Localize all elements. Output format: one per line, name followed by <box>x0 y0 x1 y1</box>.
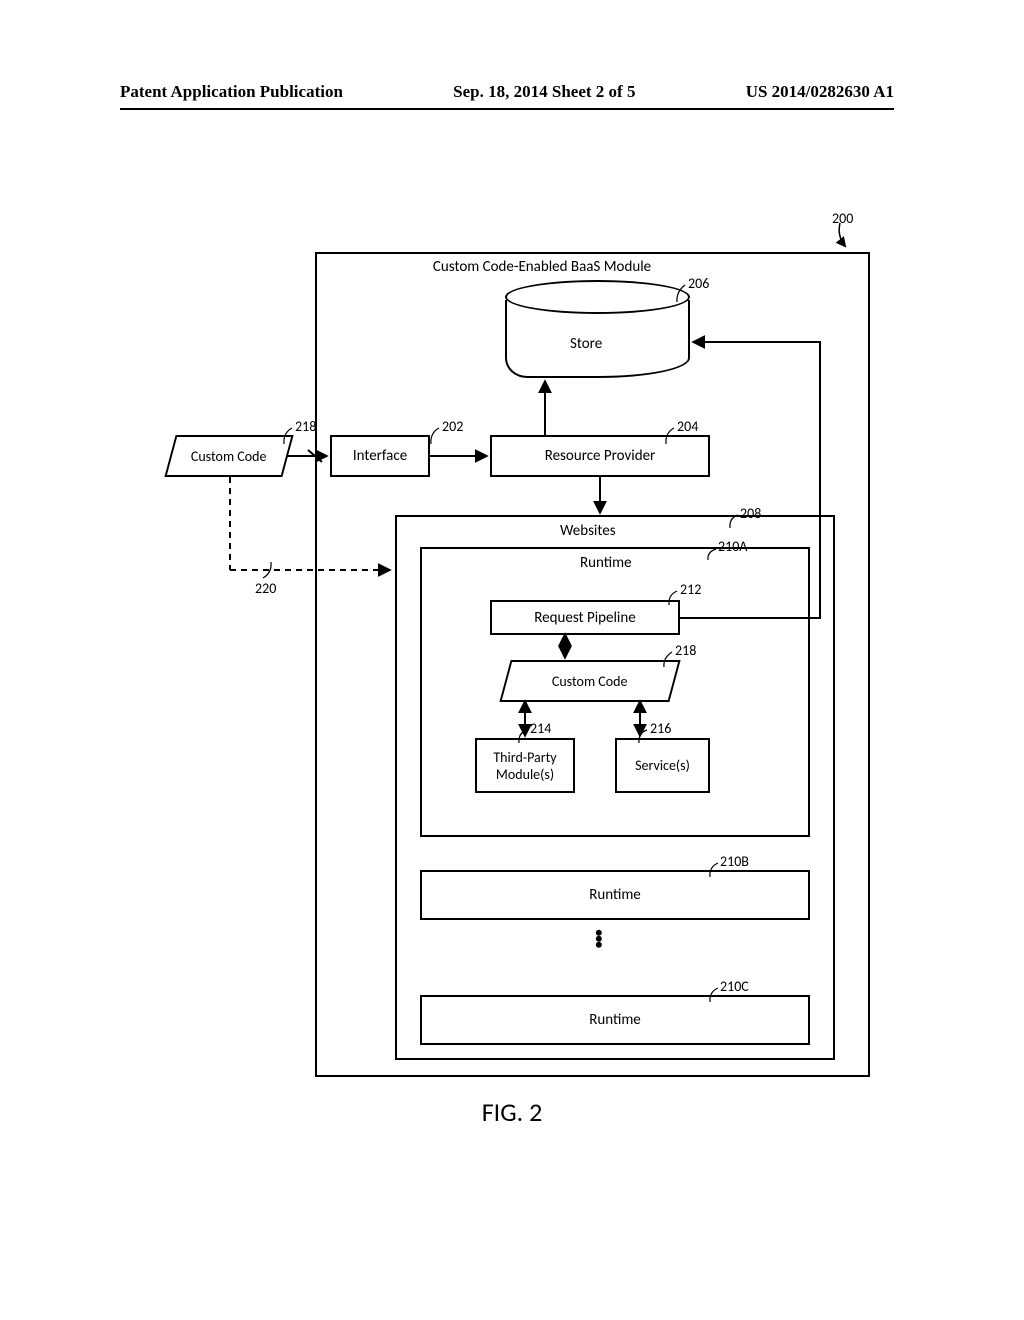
resource-provider-label: Resource Provider <box>545 447 656 465</box>
figure-caption: FIG. 2 <box>0 1096 1024 1128</box>
third-party-box: Third-Party Module(s) <box>475 738 575 793</box>
runtime-a-title: Runtime <box>580 554 632 572</box>
store-cylinder-top <box>505 280 690 314</box>
ref-208: 208 <box>740 505 761 522</box>
interface-box: Interface <box>330 435 430 477</box>
ref-210b: 210B <box>720 853 749 870</box>
services-box: Service(s) <box>615 738 710 793</box>
custom-code-outer-label: Custom Code <box>191 448 267 465</box>
services-label: Service(s) <box>635 757 690 774</box>
custom-code-outer: Custom Code <box>164 435 293 477</box>
ref-210c: 210C <box>720 978 749 995</box>
baas-module-title: Custom Code-Enabled BaaS Module <box>422 258 662 276</box>
custom-code-inner: Custom Code <box>499 660 680 702</box>
runtime-c-label: Runtime <box>589 1011 641 1029</box>
ref-218a: 218 <box>295 418 316 435</box>
websites-title: Websites <box>560 522 616 540</box>
ref-206: 206 <box>688 275 709 292</box>
third-party-label: Third-Party Module(s) <box>477 749 573 783</box>
header-right: US 2014/0282630 A1 <box>746 82 894 102</box>
header-center: Sep. 18, 2014 Sheet 2 of 5 <box>453 82 635 102</box>
ellipsis-dots: ••• <box>595 930 603 948</box>
header-left: Patent Application Publication <box>120 82 343 102</box>
ref-204: 204 <box>677 418 698 435</box>
custom-code-inner-label: Custom Code <box>552 673 628 690</box>
ref-220: 220 <box>255 580 276 597</box>
ref-216: 216 <box>650 720 671 737</box>
ref-202: 202 <box>442 418 463 435</box>
ref-214: 214 <box>530 720 551 737</box>
runtime-c-box: Runtime <box>420 995 810 1045</box>
request-pipeline-box: Request Pipeline <box>490 600 680 635</box>
ref-212: 212 <box>680 581 701 598</box>
request-pipeline-label: Request Pipeline <box>534 609 635 627</box>
store-label: Store <box>570 335 602 353</box>
resource-provider-box: Resource Provider <box>490 435 710 477</box>
interface-label: Interface <box>353 447 407 465</box>
ref-210a: 210A <box>718 538 747 555</box>
page-header: Patent Application Publication Sep. 18, … <box>120 82 894 110</box>
runtime-b-box: Runtime <box>420 870 810 920</box>
ref-200: 200 <box>832 210 853 227</box>
diagram-area: 200 Custom Code-Enabled BaaS Module Stor… <box>120 210 890 1080</box>
page: Patent Application Publication Sep. 18, … <box>0 0 1024 1320</box>
ref-218b: 218 <box>675 642 696 659</box>
runtime-b-label: Runtime <box>589 886 641 904</box>
